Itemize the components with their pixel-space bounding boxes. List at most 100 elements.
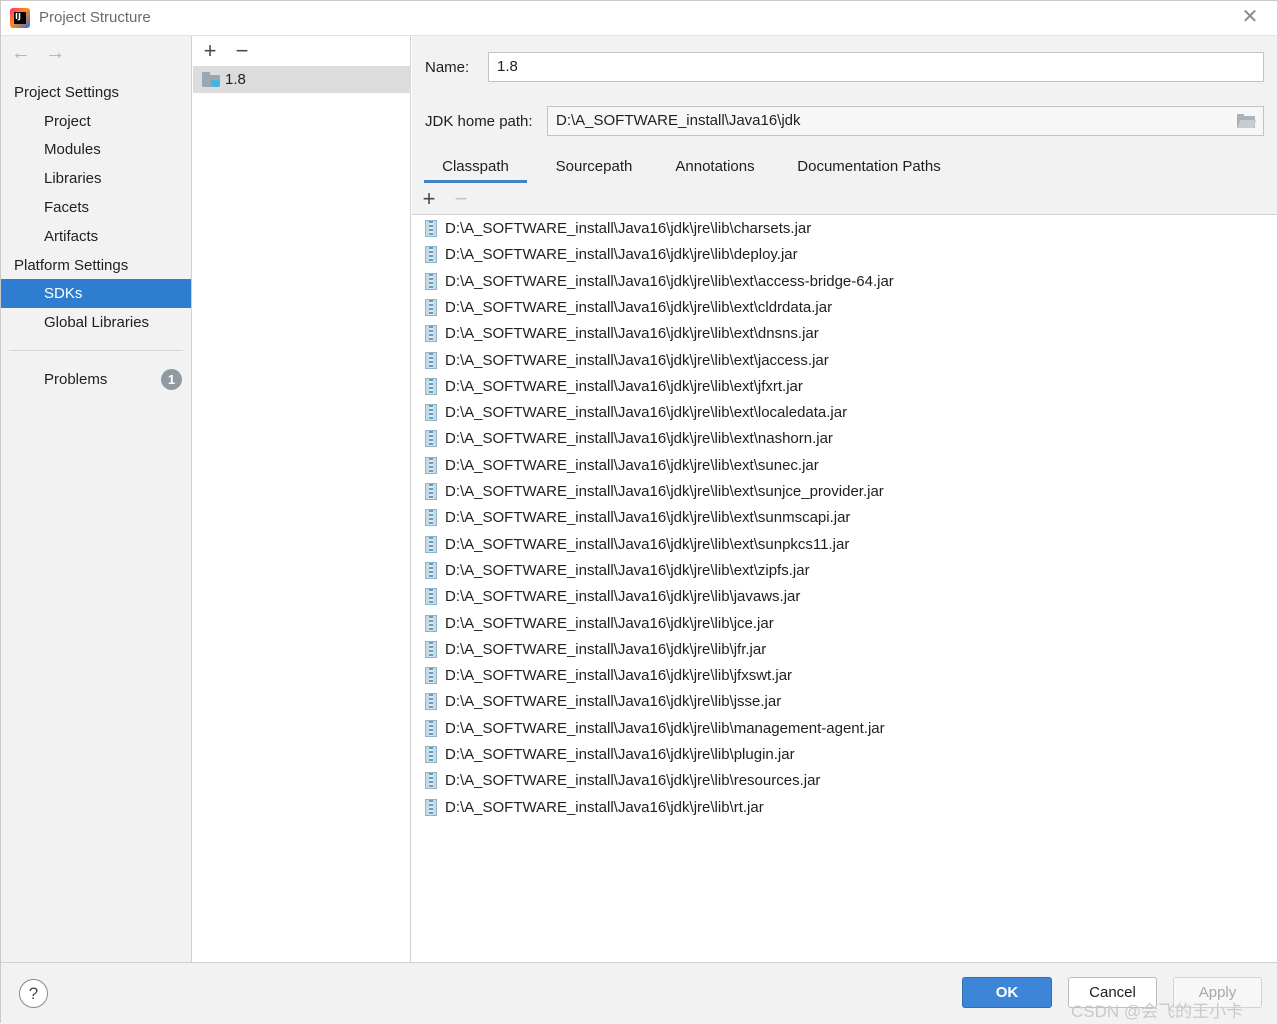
- sidebar-item-modules[interactable]: Modules: [1, 135, 191, 164]
- name-field[interactable]: 1.8: [488, 52, 1264, 82]
- classpath-row[interactable]: D:\A_SOFTWARE_install\Java16\jdk\jre\lib…: [412, 637, 1277, 663]
- sidebar-item-project[interactable]: Project: [1, 107, 191, 136]
- classpath-row[interactable]: D:\A_SOFTWARE_install\Java16\jdk\jre\lib…: [412, 611, 1277, 637]
- sidebar-divider: [9, 350, 183, 351]
- classpath-entry-label: D:\A_SOFTWARE_install\Java16\jdk\jre\lib…: [445, 640, 767, 658]
- back-arrow-icon[interactable]: ←: [10, 42, 32, 64]
- jar-archive-icon: [425, 456, 437, 474]
- classpath-entry-label: D:\A_SOFTWARE_install\Java16\jdk\jre\lib…: [445, 220, 812, 237]
- watermark: CSDN @会飞的王小卡: [1071, 1002, 1244, 1021]
- classpath-row[interactable]: D:\A_SOFTWARE_install\Java16\jdk\jre\lib…: [412, 269, 1277, 295]
- jar-archive-icon: [425, 561, 437, 579]
- classpath-entry-label: D:\A_SOFTWARE_install\Java16\jdk\jre\lib…: [445, 772, 821, 790]
- add-sdk-icon[interactable]: +: [199, 39, 221, 63]
- jar-archive-icon: [425, 588, 437, 606]
- classpath-entry-label: D:\A_SOFTWARE_install\Java16\jdk\jre\lib…: [445, 325, 819, 343]
- classpath-entry-label: D:\A_SOFTWARE_install\Java16\jdk\jre\lib…: [445, 746, 795, 763]
- jdk-folder-icon: [202, 72, 220, 87]
- sdk-item-label: 1.8: [225, 71, 246, 88]
- problems-count-badge: 1: [161, 369, 182, 390]
- jar-archive-icon: [425, 614, 437, 632]
- jar-archive-icon: [425, 246, 437, 264]
- sidebar-item-global-libraries[interactable]: Global Libraries: [1, 308, 191, 337]
- sdk-list-toolbar: + −: [193, 36, 411, 66]
- sidebar-item-sdks[interactable]: SDKs: [1, 279, 191, 308]
- classpath-row[interactable]: D:\A_SOFTWARE_install\Java16\jdk\jre\lib…: [412, 295, 1277, 321]
- classpath-entry-label: D:\A_SOFTWARE_install\Java16\jdk\jre\lib…: [445, 509, 851, 527]
- jdk-home-path-value: D:\A_SOFTWARE_install\Java16\jdk: [556, 112, 801, 129]
- jar-archive-icon: [425, 220, 437, 237]
- classpath-row[interactable]: D:\A_SOFTWARE_install\Java16\jdk\jre\lib…: [412, 768, 1277, 794]
- classpath-entry-label: D:\A_SOFTWARE_install\Java16\jdk\jre\lib…: [445, 614, 774, 632]
- classpath-row[interactable]: D:\A_SOFTWARE_install\Java16\jdk\jre\lib…: [412, 216, 1277, 242]
- jar-archive-icon: [425, 772, 437, 790]
- classpath-row[interactable]: D:\A_SOFTWARE_install\Java16\jdk\jre\lib…: [412, 742, 1277, 768]
- help-icon[interactable]: ?: [19, 979, 48, 1008]
- jdk-home-path-label: JDK home path:: [425, 113, 533, 130]
- classpath-row[interactable]: D:\A_SOFTWARE_install\Java16\jdk\jre\lib…: [412, 426, 1277, 452]
- classpath-row[interactable]: D:\A_SOFTWARE_install\Java16\jdk\jre\lib…: [412, 558, 1277, 584]
- classpath-row[interactable]: D:\A_SOFTWARE_install\Java16\jdk\jre\lib…: [412, 505, 1277, 531]
- sidebar-item-problems[interactable]: Problems 1: [1, 365, 191, 394]
- classpath-row[interactable]: D:\A_SOFTWARE_install\Java16\jdk\jre\lib…: [412, 321, 1277, 347]
- classpath-row[interactable]: D:\A_SOFTWARE_install\Java16\jdk\jre\lib…: [412, 479, 1277, 505]
- title-bar: IJ Project Structure ✕: [1, 1, 1277, 36]
- classpath-row[interactable]: D:\A_SOFTWARE_install\Java16\jdk\jre\lib…: [412, 663, 1277, 689]
- classpath-row[interactable]: D:\A_SOFTWARE_install\Java16\jdk\jre\lib…: [412, 348, 1277, 374]
- sidebar-item-libraries[interactable]: Libraries: [1, 164, 191, 193]
- platform-settings-header: Platform Settings: [14, 257, 129, 274]
- jar-archive-icon: [425, 746, 437, 763]
- jar-archive-icon: [425, 535, 437, 553]
- classpath-list[interactable]: D:\A_SOFTWARE_install\Java16\jdk\jre\lib…: [412, 215, 1277, 962]
- classpath-entry-label: D:\A_SOFTWARE_install\Java16\jdk\jre\lib…: [445, 588, 801, 606]
- jar-archive-icon: [425, 272, 437, 290]
- project-structure-dialog: IJ Project Structure ✕ ← → Project Setti…: [0, 0, 1277, 1024]
- classpath-entry-label: D:\A_SOFTWARE_install\Java16\jdk\jre\lib…: [445, 298, 833, 316]
- window-title: Project Structure: [39, 9, 151, 26]
- classpath-row[interactable]: D:\A_SOFTWARE_install\Java16\jdk\jre\lib…: [412, 532, 1277, 558]
- dialog-button-bar: ? OK Cancel Apply CSDN @会飞的王小卡: [1, 962, 1277, 1024]
- sdk-list-panel: + − 1.8: [193, 36, 411, 962]
- classpath-row[interactable]: D:\A_SOFTWARE_install\Java16\jdk\jre\lib…: [412, 795, 1277, 821]
- classpath-entry-label: D:\A_SOFTWARE_install\Java16\jdk\jre\lib…: [445, 246, 798, 264]
- jar-archive-icon: [425, 351, 437, 369]
- tab-documentation-paths[interactable]: Documentation Paths: [784, 153, 954, 183]
- remove-classpath-icon[interactable]: −: [450, 187, 472, 211]
- intellij-idea-icon: IJ: [10, 8, 30, 28]
- classpath-row[interactable]: D:\A_SOFTWARE_install\Java16\jdk\jre\lib…: [412, 584, 1277, 610]
- classpath-row[interactable]: D:\A_SOFTWARE_install\Java16\jdk\jre\lib…: [412, 689, 1277, 715]
- classpath-entry-label: D:\A_SOFTWARE_install\Java16\jdk\jre\lib…: [445, 377, 803, 395]
- classpath-entry-label: D:\A_SOFTWARE_install\Java16\jdk\jre\lib…: [445, 483, 884, 500]
- jar-archive-icon: [425, 719, 437, 737]
- classpath-entry-label: D:\A_SOFTWARE_install\Java16\jdk\jre\lib…: [445, 798, 764, 816]
- jar-archive-icon: [425, 509, 437, 527]
- forward-arrow-icon[interactable]: →: [44, 42, 66, 64]
- tab-sourcepath[interactable]: Sourcepath: [541, 153, 647, 183]
- classpath-row[interactable]: D:\A_SOFTWARE_install\Java16\jdk\jre\lib…: [412, 242, 1277, 268]
- ok-button[interactable]: OK: [962, 977, 1052, 1008]
- jar-archive-icon: [425, 693, 437, 711]
- classpath-row[interactable]: D:\A_SOFTWARE_install\Java16\jdk\jre\lib…: [412, 716, 1277, 742]
- problems-label: Problems: [44, 371, 108, 388]
- classpath-entry-label: D:\A_SOFTWARE_install\Java16\jdk\jre\lib…: [445, 535, 850, 553]
- tab-classpath[interactable]: Classpath: [424, 153, 527, 183]
- tab-annotations[interactable]: Annotations: [660, 153, 770, 183]
- add-classpath-icon[interactable]: +: [418, 187, 440, 211]
- sidebar-item-artifacts[interactable]: Artifacts: [1, 222, 191, 251]
- sdk-list-item[interactable]: 1.8: [193, 66, 411, 93]
- classpath-row[interactable]: D:\A_SOFTWARE_install\Java16\jdk\jre\lib…: [412, 400, 1277, 426]
- name-label: Name:: [425, 59, 470, 76]
- jar-archive-icon: [425, 798, 437, 816]
- settings-sidebar: ← → Project Settings Project Modules Lib…: [1, 36, 192, 962]
- classpath-entry-label: D:\A_SOFTWARE_install\Java16\jdk\jre\lib…: [445, 561, 810, 579]
- browse-folder-icon[interactable]: [1237, 114, 1257, 128]
- close-icon[interactable]: ✕: [1240, 7, 1260, 27]
- remove-sdk-icon[interactable]: −: [231, 39, 253, 63]
- classpath-entry-label: D:\A_SOFTWARE_install\Java16\jdk\jre\lib…: [445, 719, 885, 737]
- classpath-row[interactable]: D:\A_SOFTWARE_install\Java16\jdk\jre\lib…: [412, 453, 1277, 479]
- jar-archive-icon: [425, 483, 437, 500]
- sidebar-item-facets[interactable]: Facets: [1, 193, 191, 222]
- jar-archive-icon: [425, 404, 437, 422]
- jdk-home-path-field[interactable]: D:\A_SOFTWARE_install\Java16\jdk: [547, 106, 1264, 136]
- classpath-row[interactable]: D:\A_SOFTWARE_install\Java16\jdk\jre\lib…: [412, 374, 1277, 400]
